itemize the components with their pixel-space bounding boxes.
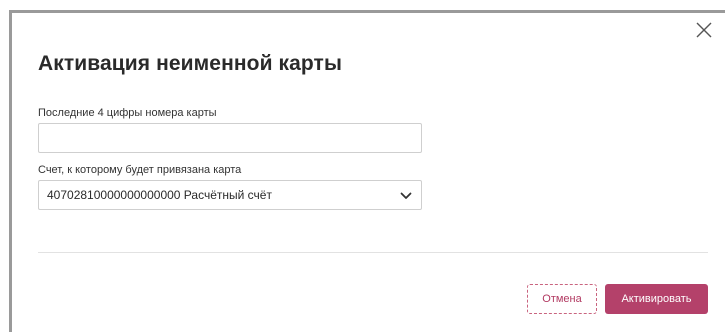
divider: [38, 252, 708, 253]
card-digits-input[interactable]: [38, 123, 422, 153]
activate-button[interactable]: Активировать: [605, 284, 708, 314]
card-digits-label: Последние 4 цифры номера карты: [38, 107, 217, 119]
account-select-label: Счет, к которому будет привязана карта: [38, 164, 242, 176]
cancel-button[interactable]: Отмена: [527, 284, 597, 314]
account-select-value: 40702810000000000000 Расчётный счёт: [47, 188, 272, 202]
dialog-title: Активация неименной карты: [38, 52, 342, 75]
chevron-down-icon: [400, 192, 412, 200]
account-select[interactable]: 40702810000000000000 Расчётный счёт: [38, 180, 422, 210]
close-icon[interactable]: [693, 19, 715, 41]
